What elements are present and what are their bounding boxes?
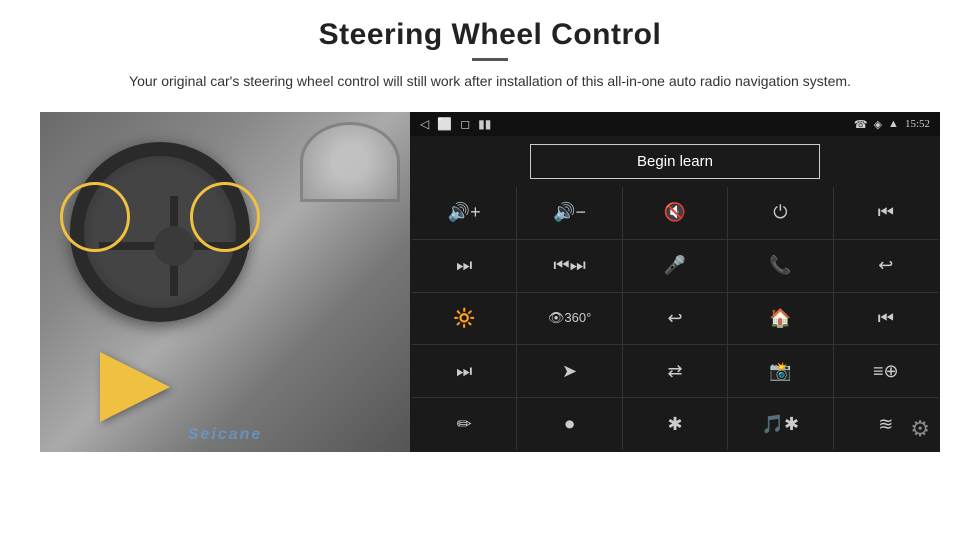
prev-track-button[interactable]: ⏮ [834, 187, 938, 239]
brightness-icon: 🔆 [453, 308, 475, 329]
edit-button[interactable]: ✏ [412, 398, 516, 450]
back-nav-icon: ↩ [667, 308, 682, 329]
bluetooth-icon: ✱ [667, 414, 682, 435]
media-button[interactable]: 📸 [728, 345, 832, 397]
android-panel: ◁ ⬜ ◻ ▮▮ ☎ ◈ ▲ 15:52 Begin learn [410, 112, 940, 452]
recents-icon: ◻ [460, 117, 470, 132]
seicane-brand: Seicane [188, 426, 262, 444]
title-divider [472, 58, 508, 61]
status-bar: ◁ ⬜ ◻ ▮▮ ☎ ◈ ▲ 15:52 [410, 112, 940, 136]
big-arrow-icon [100, 352, 170, 422]
signal-icon: ▮▮ [478, 117, 491, 132]
navigate-button[interactable]: ➤ [517, 345, 621, 397]
mute-icon: 🔇 [664, 202, 686, 223]
back-icon: ◁ [420, 117, 429, 132]
vol-down-icon: 🔊− [553, 202, 586, 223]
gauge-bg [300, 122, 400, 202]
settings-gear-button[interactable]: ⚙ [910, 416, 930, 442]
control-grid: 🔊+ 🔊− 🔇 ⏻ ⏮ ⏭ ⏮⏭ [412, 187, 938, 450]
mute-button[interactable]: 🔇 [623, 187, 727, 239]
camera-360-button[interactable]: 👁360° [517, 293, 621, 345]
hang-up-icon: ↩ [878, 255, 893, 276]
navigate-icon: ➤ [562, 361, 577, 382]
title-section: Steering Wheel Control Your original car… [129, 18, 851, 106]
vol-down-button[interactable]: 🔊− [517, 187, 621, 239]
begin-learn-row: Begin learn [410, 136, 940, 187]
wheel-center [154, 226, 194, 266]
next-prev-icon: ⏮⏭ [553, 255, 585, 276]
wifi-icon: ◈ [874, 118, 882, 131]
car-background: Seicane [40, 112, 410, 452]
status-right: ☎ ◈ ▲ 15:52 [854, 118, 930, 131]
next-prev-button[interactable]: ⏮⏭ [517, 240, 621, 292]
record-button[interactable]: ⏺ [517, 398, 621, 450]
music-button[interactable]: 🎵✱ [728, 398, 832, 450]
home-nav-icon: ⬜ [437, 117, 452, 132]
fast-forward-button[interactable]: ⏭ [412, 345, 516, 397]
back-button[interactable]: ↩ [623, 293, 727, 345]
camera-360-icon: 👁360° [548, 310, 591, 326]
mic-button[interactable]: 🎤 [623, 240, 727, 292]
clock-display: 15:52 [905, 118, 930, 130]
power-button[interactable]: ⏻ [728, 187, 832, 239]
steering-wheel [60, 132, 260, 332]
power-icon: ⏻ [773, 202, 787, 223]
bluetooth-button[interactable]: ✱ [623, 398, 727, 450]
content-area: Seicane ◁ ⬜ ◻ ▮▮ ☎ ◈ ▲ 15:52 [40, 112, 940, 452]
page-title: Steering Wheel Control [129, 18, 851, 52]
battery-icon: ▲ [888, 118, 899, 130]
begin-learn-button[interactable]: Begin learn [530, 144, 820, 179]
media-icon: 📸 [769, 361, 791, 382]
spectrum-icon: ≋ [878, 414, 893, 435]
fast-forward-icon: ⏭ [456, 361, 472, 382]
swap-button[interactable]: ⇄ [623, 345, 727, 397]
eq-button[interactable]: ≡⊕ [834, 345, 938, 397]
next-icon: ⏭ [456, 255, 472, 276]
status-left: ◁ ⬜ ◻ ▮▮ [420, 117, 491, 132]
hang-up-button[interactable]: ↩ [834, 240, 938, 292]
brightness-button[interactable]: 🔆 [412, 293, 516, 345]
wheel-buttons-right [190, 182, 260, 252]
skip-back-button[interactable]: ⏮ [834, 293, 938, 345]
prev-track-icon: ⏮ [878, 202, 894, 223]
mic-icon: 🎤 [664, 255, 686, 276]
music-icon: 🎵✱ [762, 414, 800, 435]
edit-icon: ✏ [457, 414, 472, 435]
car-image-section: Seicane [40, 112, 410, 452]
skip-back-icon: ⏮ [878, 308, 894, 329]
subtitle-text: Your original car's steering wheel contr… [129, 71, 851, 92]
page-wrapper: Steering Wheel Control Your original car… [0, 0, 980, 546]
eq-icon: ≡⊕ [873, 361, 899, 382]
home-button[interactable]: 🏠 [728, 293, 832, 345]
home-icon: 🏠 [769, 308, 791, 329]
call-button[interactable]: 📞 [728, 240, 832, 292]
record-icon: ⏺ [565, 414, 574, 435]
phone-status-icon: ☎ [854, 118, 868, 131]
wheel-buttons-left [60, 182, 130, 252]
arrow-section [100, 352, 170, 422]
vol-up-icon: 🔊+ [448, 202, 481, 223]
vol-up-button[interactable]: 🔊+ [412, 187, 516, 239]
gear-icon: ⚙ [910, 416, 930, 441]
next-button[interactable]: ⏭ [412, 240, 516, 292]
call-icon: 📞 [769, 255, 791, 276]
swap-icon: ⇄ [667, 361, 682, 382]
